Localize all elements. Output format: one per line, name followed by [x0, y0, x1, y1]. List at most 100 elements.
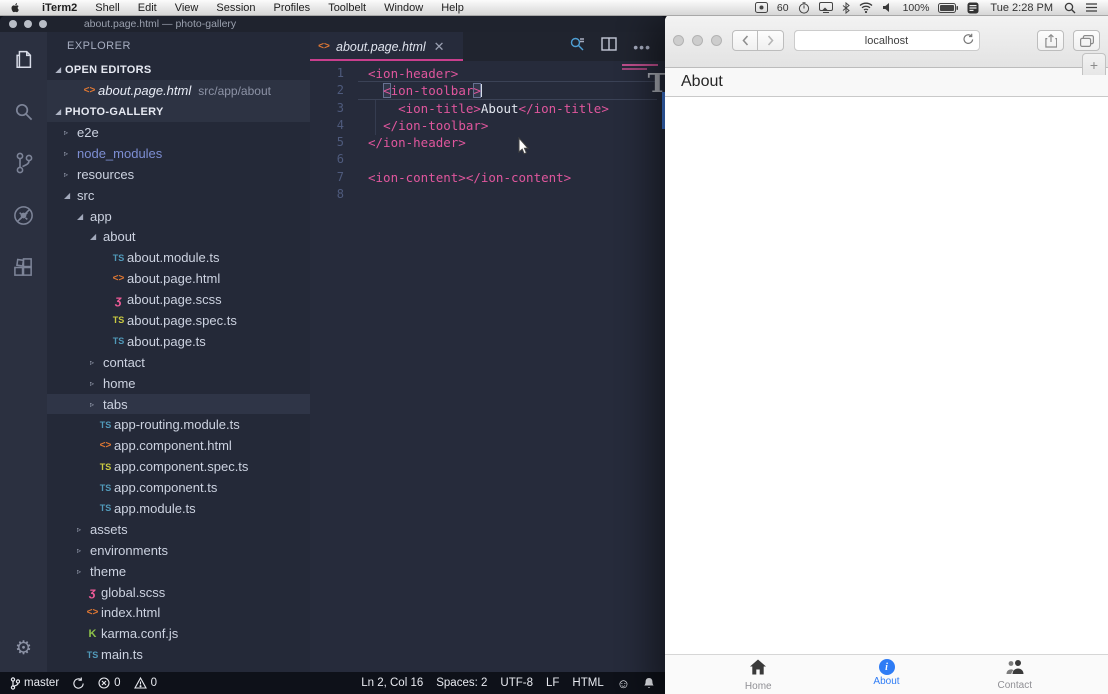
tree-item-index.html[interactable]: <>index.html [47, 602, 310, 623]
bluetooth-icon[interactable] [842, 2, 850, 14]
extensions-icon[interactable] [11, 254, 37, 280]
tree-item-src[interactable]: ◢src [47, 185, 310, 206]
source-control-icon[interactable] [11, 150, 37, 176]
code-line-6[interactable]: 6 [310, 151, 665, 168]
sync-button[interactable] [72, 677, 85, 690]
forward-button[interactable] [758, 30, 784, 51]
tree-item-app.module.ts[interactable]: TSapp.module.ts [47, 498, 310, 519]
fps-indicator[interactable]: 60 [777, 2, 789, 14]
tree-item-about.page.ts[interactable]: TSabout.page.ts [47, 331, 310, 352]
screen-record-icon[interactable] [755, 2, 768, 13]
tree-item-node_modules[interactable]: ▹node_modules [47, 143, 310, 164]
code-line-2[interactable]: 2 <ion-toolbar> [310, 82, 665, 99]
code-line-4[interactable]: 4 </ion-toolbar> [310, 117, 665, 134]
safari-traffic-lights[interactable] [673, 35, 722, 46]
timer-icon[interactable] [798, 2, 810, 14]
tab-about-page-html[interactable]: <> about.page.html ✕ [310, 32, 463, 61]
menu-item-window[interactable]: Window [375, 2, 432, 14]
new-tab-button[interactable]: + [1082, 53, 1106, 75]
tab-about[interactable]: iAbout [852, 659, 922, 687]
open-editor-item[interactable]: <> about.page.html src/app/about [47, 80, 310, 101]
tree-item-karma.conf.js[interactable]: Kkarma.conf.js [47, 623, 310, 644]
tree-item-environments[interactable]: ▹environments [47, 540, 310, 561]
spotlight-icon[interactable] [1064, 2, 1076, 14]
menu-item-session[interactable]: Session [207, 2, 264, 14]
tree-item-contact[interactable]: ▹contact [47, 352, 310, 373]
tree-item-app-routing.module.ts[interactable]: TSapp-routing.module.ts [47, 414, 310, 435]
tree-item-tabs[interactable]: ▹tabs [47, 394, 310, 415]
code-area[interactable]: 1<ion-header>2 <ion-toolbar>3 <ion-title… [310, 61, 665, 672]
address-bar[interactable]: localhost [794, 30, 980, 51]
errors-indicator[interactable]: 0 [98, 677, 120, 689]
git-branch-indicator[interactable]: master [10, 677, 59, 690]
debug-icon[interactable] [11, 202, 37, 228]
open-editors-header[interactable]: ◢ OPEN EDITORS [47, 59, 310, 80]
warnings-indicator[interactable]: 0 [134, 677, 157, 689]
vscode-titlebar[interactable]: about.page.html — photo-gallery [0, 16, 665, 32]
battery-icon[interactable] [938, 3, 958, 13]
tree-item-global.scss[interactable]: ʒglobal.scss [47, 582, 310, 603]
code-line-5[interactable]: 5</ion-header> [310, 134, 665, 151]
error-icon [98, 677, 110, 689]
code-line-7[interactable]: 7<ion-content></ion-content> [310, 169, 665, 186]
indentation[interactable]: Spaces: 2 [436, 677, 487, 689]
settings-gear-icon[interactable]: ⚙ [15, 637, 32, 660]
tree-item-app.component.html[interactable]: <>app.component.html [47, 435, 310, 456]
eol-sequence[interactable]: LF [546, 677, 559, 689]
menu-item-view[interactable]: View [166, 2, 208, 14]
menu-item-help[interactable]: Help [432, 2, 473, 14]
tree-item-assets[interactable]: ▹assets [47, 519, 310, 540]
encoding[interactable]: UTF-8 [500, 677, 533, 689]
share-button[interactable] [1037, 30, 1064, 51]
menubar-clock[interactable]: Tue 2:28 PM [988, 2, 1055, 14]
tree-item-resources[interactable]: ▹resources [47, 164, 310, 185]
tree-item-theme[interactable]: ▹theme [47, 561, 310, 582]
split-editor-icon[interactable] [601, 37, 617, 56]
menu-item-toolbelt[interactable]: Toolbelt [319, 2, 375, 14]
menu-item-profiles[interactable]: Profiles [265, 2, 320, 14]
display-mirroring-icon[interactable] [819, 2, 833, 13]
sync-icon [72, 677, 85, 690]
back-button[interactable] [732, 30, 758, 51]
tree-item-app[interactable]: ◢app [47, 206, 310, 227]
tree-item-about.page.spec.ts[interactable]: TSabout.page.spec.ts [47, 310, 310, 331]
reload-icon[interactable] [963, 33, 974, 48]
tree-item-about.module.ts[interactable]: TSabout.module.ts [47, 247, 310, 268]
find-in-file-icon[interactable] [569, 36, 585, 57]
wifi-icon[interactable] [859, 2, 873, 13]
tree-item-app.component.ts[interactable]: TSapp.component.ts [47, 477, 310, 498]
tree-item-about.page.html[interactable]: <>about.page.html [47, 268, 310, 289]
search-icon[interactable] [11, 98, 37, 124]
ts-file-icon: TS [110, 336, 127, 346]
more-actions-icon[interactable]: ••• [633, 39, 651, 55]
project-section-header[interactable]: ◢ PHOTO-GALLERY [47, 101, 310, 122]
tab-home[interactable]: Home [723, 659, 793, 692]
tree-item-label: theme [90, 564, 126, 579]
menu-item-iterm2[interactable]: iTerm2 [33, 2, 86, 14]
code-line-1[interactable]: 1<ion-header> [310, 65, 665, 82]
menu-item-edit[interactable]: Edit [129, 2, 166, 14]
tree-item-about.page.scss[interactable]: ʒabout.page.scss [47, 289, 310, 310]
tree-item-e2e[interactable]: ▹e2e [47, 122, 310, 143]
tree-item-main.ts[interactable]: TSmain.ts [47, 644, 310, 665]
feedback-smiley-icon[interactable]: ☺ [617, 677, 630, 690]
notifications-bell-icon[interactable] [643, 677, 655, 690]
code-line-8[interactable]: 8 [310, 186, 665, 203]
chevron-collapsed-icon: ▹ [90, 358, 103, 367]
tab-overview-button[interactable] [1073, 30, 1100, 51]
tree-item-about[interactable]: ◢about [47, 226, 310, 247]
explorer-icon[interactable] [11, 46, 37, 72]
tab-contact[interactable]: Contact [980, 659, 1050, 691]
menu-item-shell[interactable]: Shell [86, 2, 128, 14]
volume-icon[interactable] [882, 2, 894, 13]
tree-item-home[interactable]: ▹home [47, 373, 310, 394]
apple-menu-icon[interactable] [10, 2, 21, 13]
cursor-position[interactable]: Ln 2, Col 16 [361, 677, 423, 689]
tree-item-label: node_modules [77, 146, 162, 161]
tree-item-app.component.spec.ts[interactable]: TSapp.component.spec.ts [47, 456, 310, 477]
code-line-3[interactable]: 3 <ion-title>About</ion-title> [310, 100, 665, 117]
language-mode[interactable]: HTML [572, 677, 603, 689]
input-source-icon[interactable] [967, 2, 979, 14]
notification-center-icon[interactable] [1085, 2, 1098, 13]
close-icon[interactable]: ✕ [434, 40, 445, 53]
